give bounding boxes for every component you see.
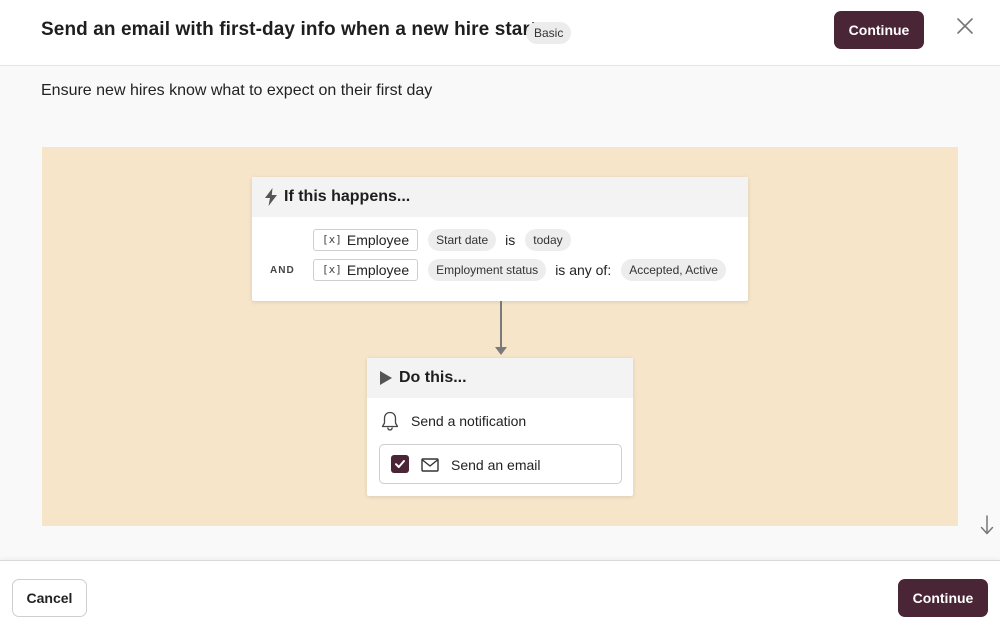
value-pill[interactable]: today [525, 229, 571, 251]
trigger-heading: If this happens... [284, 188, 411, 205]
template-badge: Basic [526, 22, 572, 44]
action-item-email[interactable]: Send an email [379, 444, 622, 484]
flow-arrowhead [495, 347, 507, 355]
condition-row: [x] Employee Start date is today [313, 229, 571, 251]
action-item-notification[interactable]: Send a notification [379, 410, 526, 432]
value-pill[interactable]: Accepted, Active [621, 259, 726, 281]
arrow-down-icon[interactable] [979, 514, 995, 536]
modal-header: Send an email with first-day info when a… [0, 0, 1000, 66]
lightning-bolt-icon [265, 188, 277, 206]
envelope-icon [421, 458, 439, 472]
page-title: Send an email with first-day info when a… [41, 19, 548, 40]
action-item-label: Send an email [451, 457, 541, 473]
variable-chip[interactable]: [x] Employee [313, 229, 419, 251]
action-heading: Do this... [399, 369, 467, 386]
condition-row: [x] Employee Employment status is any of… [313, 259, 726, 281]
flow-connector [500, 301, 502, 347]
variable-marker: [x] [322, 263, 342, 276]
and-conjunction: AND [270, 265, 295, 276]
workflow-canvas: If this happens... [x] Employee Start da… [42, 147, 958, 526]
action-card-header: Do this... [367, 358, 633, 398]
close-icon[interactable] [955, 16, 975, 36]
email-checkbox[interactable] [391, 455, 409, 473]
trigger-card-header: If this happens... [252, 177, 748, 217]
variable-label: Employee [346, 262, 410, 278]
play-icon [380, 371, 392, 385]
field-pill[interactable]: Start date [428, 229, 497, 251]
variable-marker: [x] [322, 233, 342, 246]
variable-label: Employee [346, 232, 410, 248]
action-item-label: Send a notification [411, 413, 527, 429]
action-card[interactable]: Do this... Send a notification Send an e… [367, 358, 633, 496]
operator-label: is any of: [555, 262, 612, 278]
checkmark-icon [395, 460, 405, 468]
modal-footer: Cancel Continue [0, 560, 1000, 621]
continue-button-top[interactable]: Continue [834, 11, 924, 49]
cancel-button[interactable]: Cancel [12, 579, 87, 617]
bell-icon [381, 411, 399, 431]
trigger-card[interactable]: If this happens... [x] Employee Start da… [252, 177, 748, 301]
variable-chip[interactable]: [x] Employee [313, 259, 419, 281]
page-subtitle: Ensure new hires know what to expect on … [41, 82, 433, 99]
continue-button-bottom[interactable]: Continue [898, 579, 988, 617]
operator-label: is [505, 232, 516, 248]
field-pill[interactable]: Employment status [428, 259, 547, 281]
